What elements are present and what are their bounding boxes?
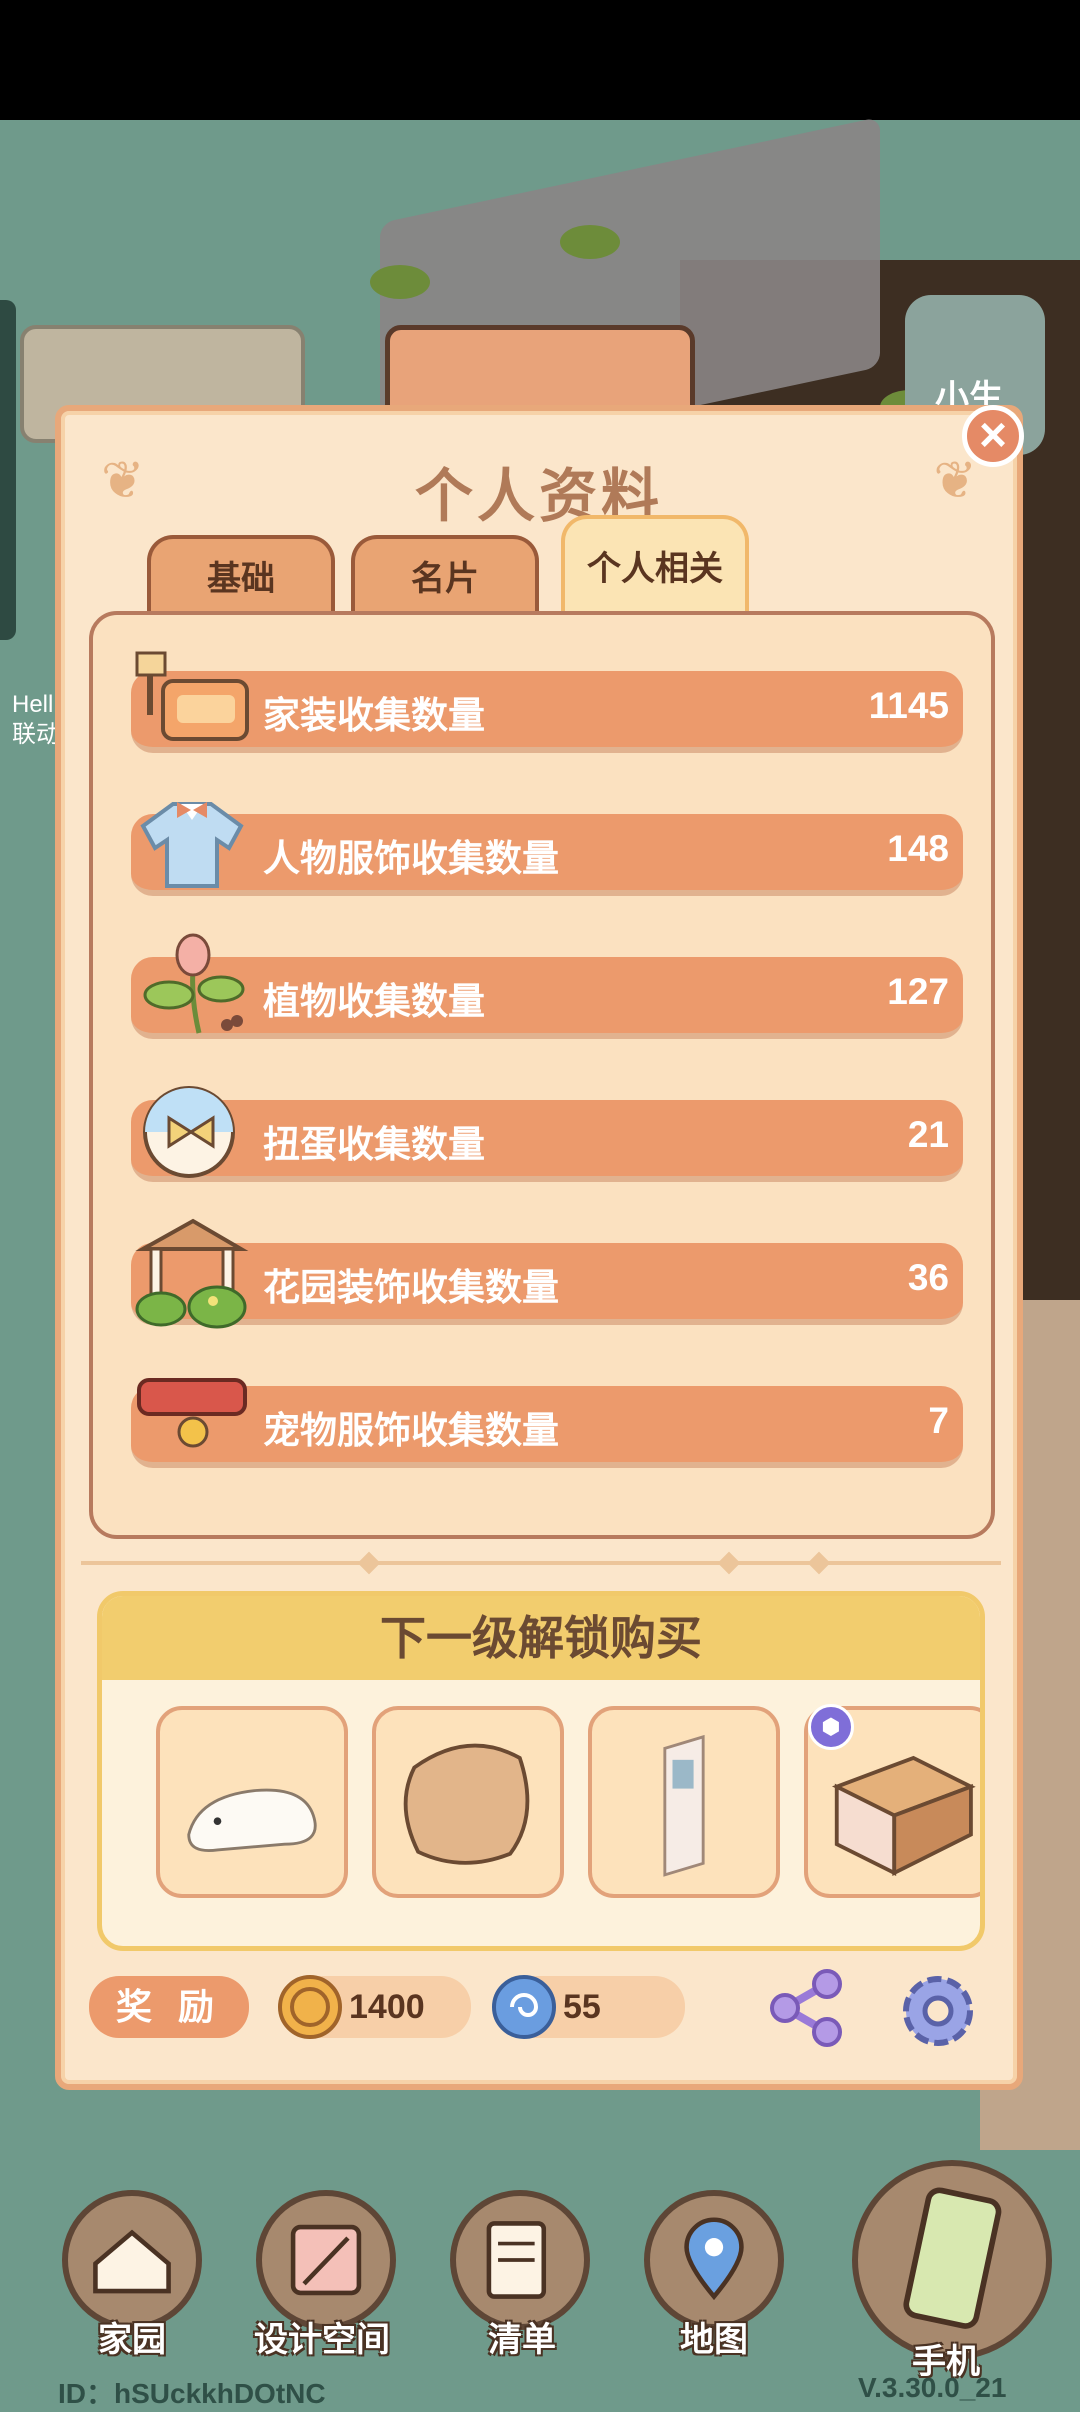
nav-home-label: 家园 [98,2321,166,2359]
tab-card[interactable]: 名片 [351,535,539,611]
polar-bear-rug-icon [187,1788,317,1852]
tab-personal[interactable]: 个人相关 [561,515,749,611]
coin-icon [278,1975,342,2039]
sofa-lamp-icon [135,651,249,741]
stat-label: 花园装饰收集数量 [263,1267,559,1308]
tab-label: 基础 [207,559,275,598]
nav-design-label: 设计空间 [254,2321,390,2359]
version-label: V.3.30.0_21 [858,2372,1007,2403]
door-icon [663,1734,705,1877]
close-button[interactable]: × [962,405,1024,467]
coin-value: 1400 [349,1988,425,2026]
phone-icon [903,2187,1002,2329]
stat-row-outfits: 人物服饰收集数量 148 [131,802,963,896]
stat-label: 宠物服饰收集数量 [263,1410,559,1451]
unlock-title: 下一级解锁购买 [102,1596,980,1680]
event-side-label-line: Hell [12,691,54,718]
list-icon [486,2221,547,2299]
nav-phone-button[interactable] [852,2160,1052,2360]
stat-value: 1145 [868,685,949,726]
flower-sprout-icon [143,933,245,1034]
tab-label: 名片 [411,559,479,598]
furniture-badge-icon: ⬢ [808,1704,854,1750]
divider-ornament [807,1551,831,1575]
stat-row-pet-outfits: 宠物服饰收集数量 7 [131,1378,963,1468]
tab-basic[interactable]: 基础 [147,535,335,611]
stat-row-plants: 植物收集数量 127 [131,933,963,1039]
stat-value: 148 [887,828,949,869]
stat-value: 127 [887,971,949,1012]
unlock-item-slot[interactable]: ⬢ [804,1704,980,1898]
shirt-icon [140,802,244,888]
pillow-icon [403,1743,530,1865]
nav-map-button[interactable] [644,2190,784,2330]
background-leaf [560,225,620,259]
next-level-unlock-panel: 下一级解锁购买 ⬢ [97,1591,985,1951]
nav-list-label: 清单 [488,2321,556,2359]
tab-label: 个人相关 [587,549,723,588]
design-space-icon [290,2224,362,2296]
gazebo-icon [135,1218,249,1329]
share-icon[interactable] [761,1966,851,2050]
unlock-item-slot[interactable] [588,1706,780,1898]
capsule-toy-icon [143,1086,235,1178]
swirl-gem-icon [492,1975,556,2039]
nav-home-button[interactable] [62,2190,202,2330]
close-icon: × [978,409,1008,462]
collection-stats-panel: 家装收集数量 1145 人物服饰收集数量 148 植物收集数量 127 扭蛋收集… [89,611,995,1539]
home-icon [93,2229,171,2294]
nav-map-label: 地图 [680,2321,748,2359]
stat-row-gacha: 扭蛋收集数量 21 [131,1086,963,1182]
stat-label: 扭蛋收集数量 [263,1124,485,1165]
stat-row-furniture: 家装收集数量 1145 [131,651,963,753]
side-drawer-handle[interactable] [0,300,16,640]
divider-ornament [357,1551,381,1575]
unlock-item-slot[interactable] [156,1706,348,1898]
gem-value: 55 [563,1988,601,2026]
stat-label: 人物服饰收集数量 [263,838,559,879]
coin-counter: 1400 [278,1975,471,2039]
nav-list-button[interactable] [450,2190,590,2330]
event-side-label: Hell 联动 [12,690,60,750]
stat-value: 7 [928,1400,949,1441]
nav-design-button[interactable] [256,2190,396,2330]
stat-value: 36 [907,1257,949,1298]
status-bar [0,0,1080,120]
unlock-item-slot[interactable] [372,1706,564,1898]
player-id: ID：hSUckkhDOtNC [58,2378,326,2409]
stat-label: 家装收集数量 [263,695,485,736]
event-side-label-line: 联动 [12,721,60,748]
pet-collar-icon [137,1378,247,1448]
gem-counter: 55 [492,1975,685,2039]
stat-label: 植物收集数量 [263,981,485,1022]
stat-value: 21 [907,1114,949,1155]
profile-dialog: ❦ ❦ 个人资料 基础 名片 个人相关 家装收集数量 1145 人物服饰收集数量… [55,405,1023,2090]
stat-row-garden: 花园装饰收集数量 36 [131,1218,963,1329]
map-pin-icon [684,2217,744,2301]
reward-button[interactable]: 奖 励 [89,1976,249,2038]
settings-gear-icon[interactable] [893,1966,983,2056]
section-divider [81,1561,1001,1565]
divider-ornament [717,1551,741,1575]
background-leaf [370,265,430,299]
dialog-title: 个人资料 [414,464,663,529]
